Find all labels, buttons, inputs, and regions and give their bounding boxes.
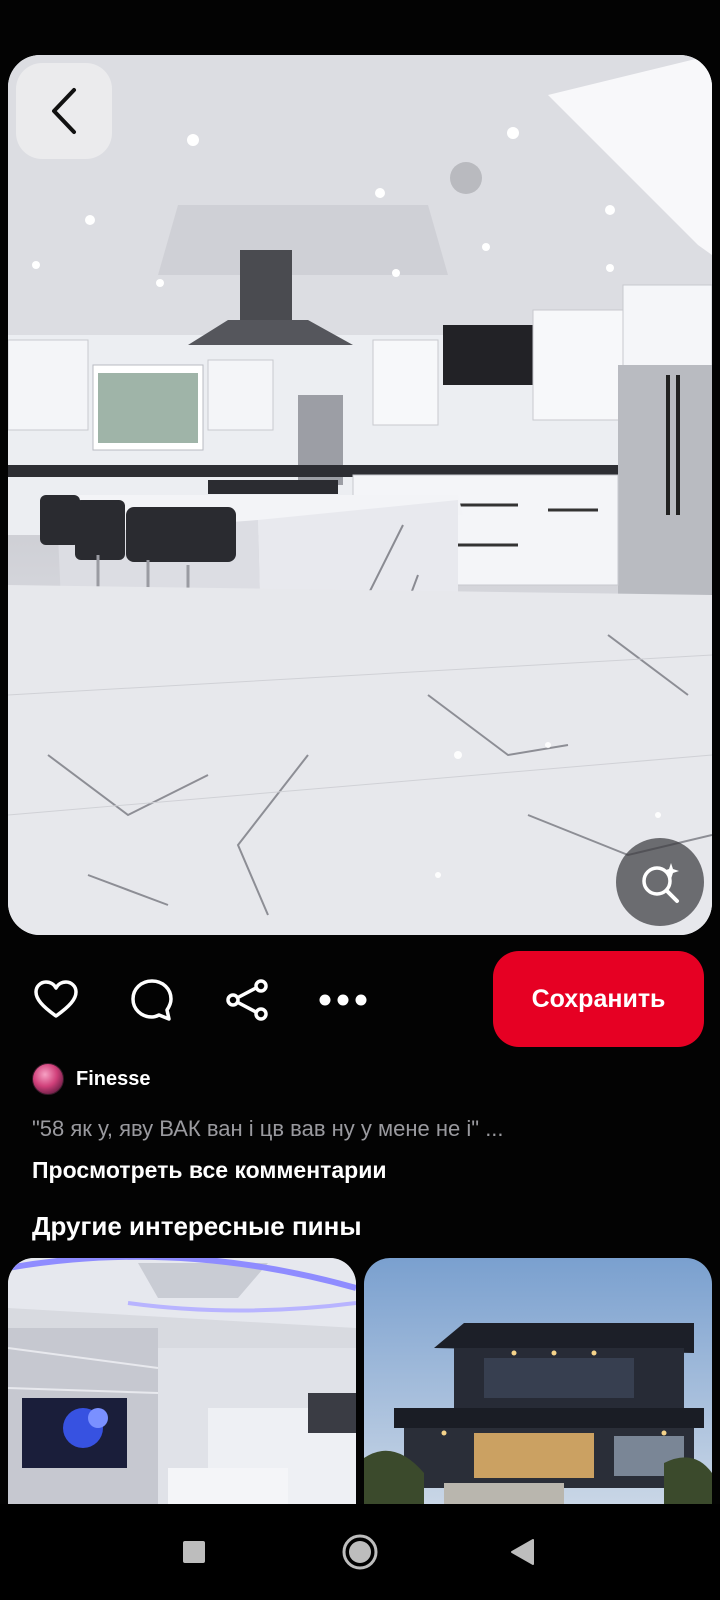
modern-house-photo [364,1258,712,1504]
recents-button[interactable] [170,1528,218,1576]
heart-icon [34,980,78,1018]
comment-icon [131,979,173,1021]
related-pin-card[interactable] [8,1258,356,1504]
circle-icon [342,1534,378,1570]
share-button[interactable] [222,975,272,1025]
visual-search-button[interactable] [616,838,704,926]
square-icon [183,1541,205,1563]
kitchen-photo [8,55,712,935]
save-button[interactable]: Сохранить [493,951,704,1047]
pin-image[interactable] [8,55,712,935]
comment-preview[interactable]: "58 як у, яву ВАК ван і цв вав ну у мене… [32,1116,504,1142]
comment-button[interactable] [127,975,177,1025]
share-icon [226,979,268,1021]
system-nav-bar [0,1504,720,1600]
view-all-comments-link[interactable]: Просмотреть все комментарии [32,1157,387,1184]
living-room-photo [8,1258,356,1504]
home-button[interactable] [336,1528,384,1576]
more-dots-icon [319,994,367,1006]
author-name[interactable]: Finesse [76,1068,150,1091]
nav-back-button[interactable] [498,1528,546,1576]
triangle-back-icon [511,1539,534,1565]
pin-detail-screen: Сохранить Finesse "58 як у, яву ВАК ван … [0,0,720,1600]
related-pin-card[interactable] [364,1258,712,1504]
like-button[interactable] [31,975,81,1025]
avatar[interactable] [32,1063,64,1095]
chevron-left-icon [52,88,76,134]
visual-search-icon [642,863,679,903]
back-button[interactable] [16,63,112,159]
more-options-button[interactable] [318,975,368,1025]
pin-author[interactable]: Finesse [32,1062,150,1096]
related-pins-title: Другие интересные пины [32,1211,362,1241]
